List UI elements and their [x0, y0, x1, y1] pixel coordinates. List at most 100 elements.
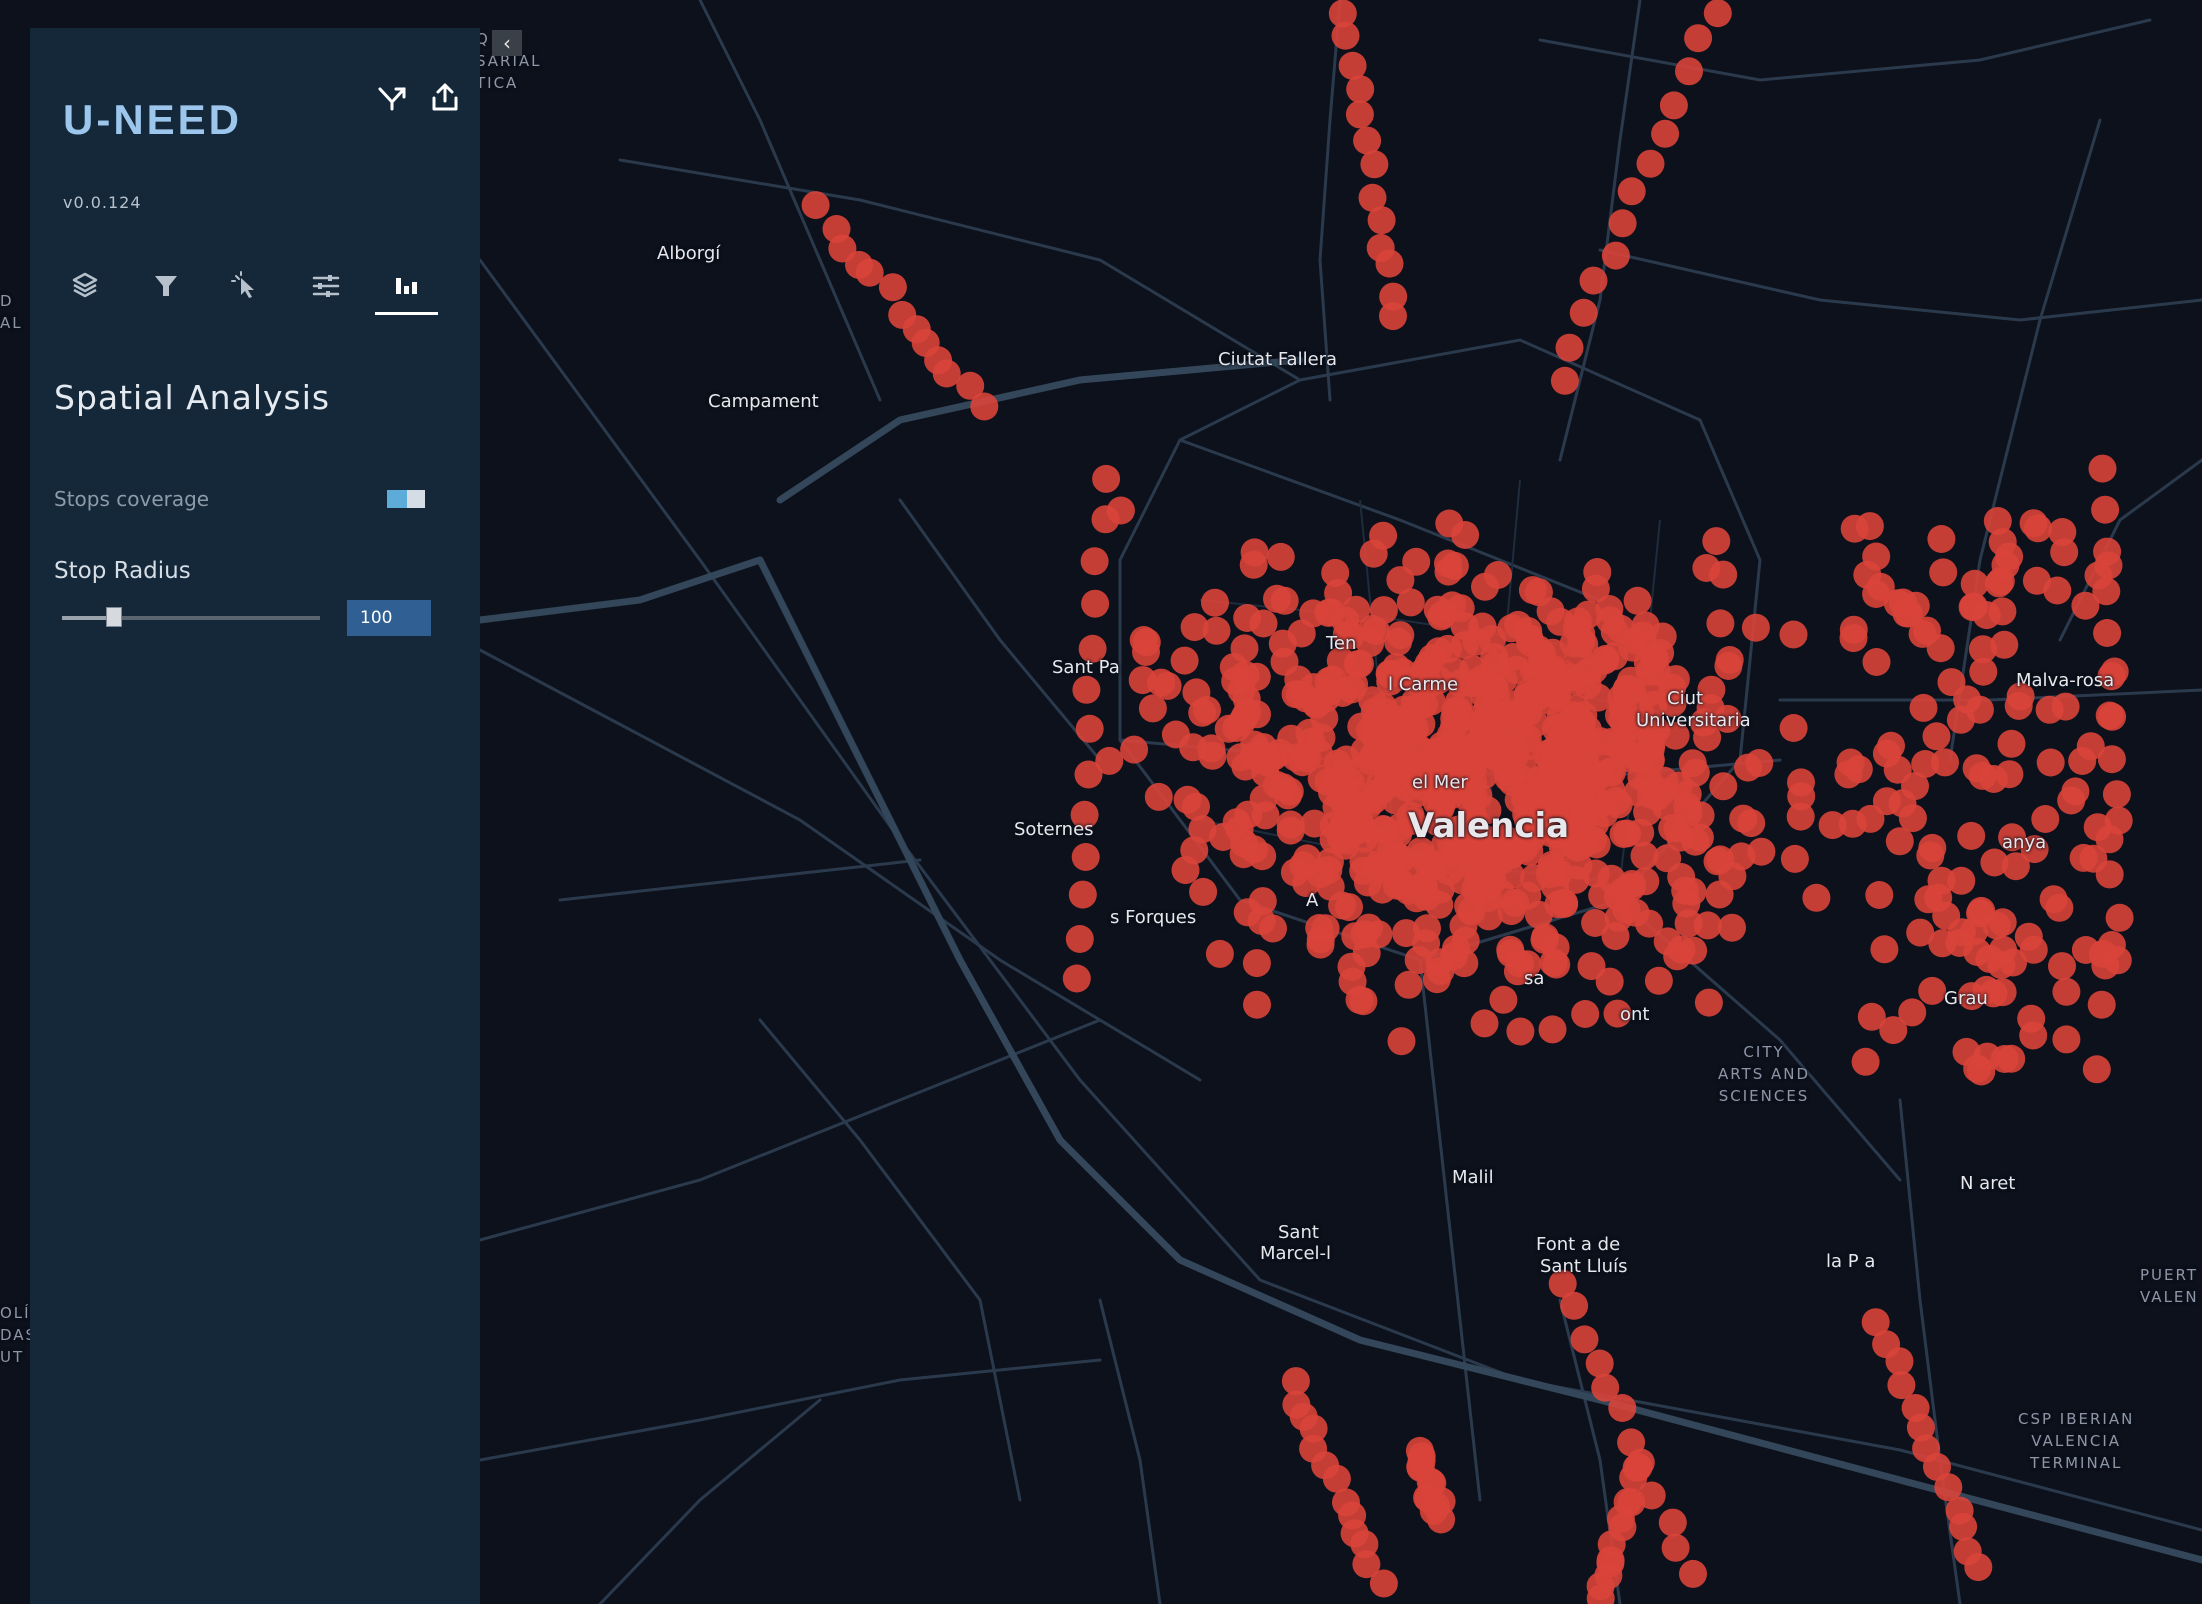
stop-marker	[1081, 589, 1110, 618]
stop-marker	[1885, 1347, 1914, 1376]
stops-coverage-label: Stops coverage	[54, 487, 210, 511]
stop-marker	[1922, 722, 1951, 751]
stop-marker	[1179, 733, 1208, 762]
stop-marker	[1506, 1017, 1535, 1046]
stop-marker	[1188, 815, 1217, 844]
collapse-sidebar-button[interactable]: ‹	[492, 30, 522, 56]
stop-marker	[1671, 876, 1700, 905]
map-label-ciutat-fallera: Ciutat Fallera	[1218, 349, 1338, 370]
slider-thumb[interactable]	[106, 607, 122, 627]
stop-marker	[1281, 680, 1310, 709]
map-label-la-punta: la P a	[1826, 1251, 1876, 1272]
stop-marker	[1953, 685, 1982, 714]
stop-marker	[1715, 646, 1744, 674]
stop-marker	[1341, 922, 1370, 951]
map-label-tendetes: Ten	[1326, 633, 1357, 654]
stop-marker	[801, 191, 830, 220]
stop-marker	[1653, 844, 1682, 873]
stop-marker	[1402, 693, 1431, 722]
map-label-sant-pau: Sant Pa	[1052, 657, 1120, 678]
pointer-icon[interactable]	[224, 264, 268, 308]
stop-radius-slider[interactable]	[62, 607, 320, 627]
layers-icon[interactable]	[63, 264, 107, 308]
sliders-icon[interactable]	[304, 264, 348, 308]
stop-marker	[1555, 333, 1584, 362]
stop-marker	[1780, 844, 1809, 873]
stop-marker	[2031, 805, 2060, 833]
stop-marker	[1779, 620, 1808, 649]
stop-marker	[1071, 843, 1100, 871]
stop-marker	[1243, 700, 1271, 729]
stop-marker	[1386, 621, 1415, 650]
map-label-campament: Campament	[708, 391, 819, 412]
stop-radius-input[interactable]: 100	[347, 600, 431, 636]
stop-marker	[1949, 1512, 1978, 1541]
stop-marker	[1337, 675, 1366, 704]
stop-marker	[1377, 735, 1406, 764]
stop-marker	[1564, 851, 1593, 880]
share-icon[interactable]	[375, 80, 409, 114]
stop-marker	[2097, 745, 2126, 774]
tab-active-indicator	[375, 312, 438, 315]
stop-marker	[1454, 892, 1483, 920]
stop-marker	[1786, 802, 1815, 831]
stop-marker	[1888, 789, 1917, 818]
stop-marker	[1369, 692, 1397, 721]
stop-marker	[2082, 1055, 2111, 1084]
stop-marker	[1870, 935, 1899, 964]
stop-marker	[1144, 782, 1173, 811]
stop-marker	[1685, 823, 1714, 852]
stop-marker	[1189, 877, 1218, 906]
filter-icon[interactable]	[144, 264, 188, 308]
export-icon[interactable]	[428, 80, 462, 114]
stop-marker	[1434, 549, 1462, 578]
stop-marker	[1435, 509, 1464, 538]
stop-marker	[1489, 985, 1518, 1014]
stop-marker	[2105, 903, 2134, 932]
stop-marker	[1877, 731, 1905, 760]
stop-marker	[1562, 694, 1591, 723]
stop-marker	[1068, 880, 1097, 909]
stop-marker	[1787, 768, 1815, 797]
stop-marker	[1613, 819, 1641, 848]
stop-marker	[1968, 761, 1997, 790]
stop-marker	[1263, 584, 1291, 613]
stop-marker	[1516, 628, 1545, 657]
side-panel: U-NEED v0.0.124 Spatial Analysis Stops c…	[30, 28, 480, 1604]
stop-marker	[1567, 619, 1596, 648]
stop-marker	[2035, 695, 2064, 724]
stop-marker	[1396, 588, 1425, 617]
stop-marker	[1369, 1569, 1398, 1598]
stop-marker	[1839, 615, 1868, 644]
stop-marker	[1173, 785, 1202, 814]
stop-marker	[1883, 755, 1912, 784]
map-label-sant-marcel-2: Marcel-l	[1260, 1243, 1332, 1264]
stop-marker	[1929, 558, 1958, 587]
stop-marker	[1222, 808, 1251, 837]
stop-marker	[1596, 606, 1625, 635]
stop-marker	[1640, 643, 1669, 672]
map-label-monteolivete: ont	[1620, 1004, 1650, 1025]
panel-title: Spatial Analysis	[54, 378, 331, 417]
stop-marker	[1075, 714, 1104, 743]
stop-marker	[1345, 757, 1374, 786]
stop-marker	[2068, 747, 2097, 775]
stop-marker	[1608, 1394, 1637, 1422]
stop-marker	[1394, 970, 1423, 999]
stop-marker	[1316, 598, 1345, 627]
stop-marker	[1514, 683, 1543, 711]
map-label-malva-rosa: Malva-rosa	[2016, 670, 2115, 691]
stop-marker	[1188, 698, 1217, 727]
stop-marker	[1729, 804, 1758, 833]
stop-marker	[1957, 821, 1986, 850]
map-label-ayora: anya	[2002, 832, 2047, 853]
bar-chart-icon[interactable]	[385, 264, 429, 308]
stop-marker	[1579, 266, 1608, 295]
stop-marker	[1486, 738, 1515, 767]
map-label-grau: Grau	[1944, 988, 1988, 1009]
stops-coverage-toggle[interactable]	[387, 490, 425, 508]
stop-marker	[1570, 1325, 1599, 1354]
stop-marker	[1741, 613, 1770, 642]
stop-marker	[1581, 764, 1610, 793]
stop-marker	[1619, 1463, 1648, 1492]
